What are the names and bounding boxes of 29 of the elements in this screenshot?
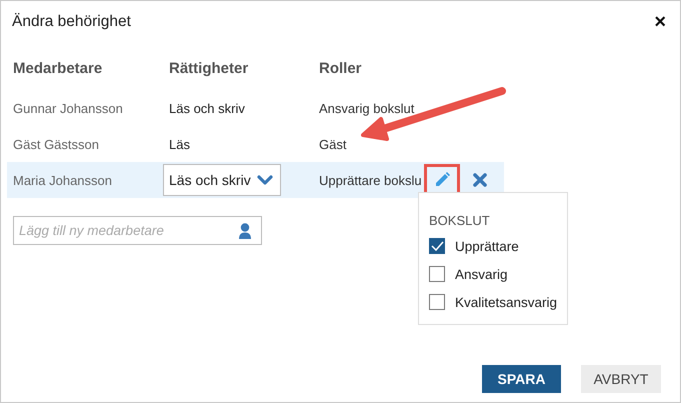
table-row[interactable]: Gunnar Johansson Läs och skriv Ansvarig bokslut (7, 90, 504, 126)
column-header: Medarbetare (13, 60, 102, 77)
dialog-title: Ändra behörighet (12, 13, 131, 31)
checkbox-label: Ansvarig (455, 266, 508, 282)
checkbox[interactable] (429, 294, 445, 310)
close-button[interactable]: × (650, 13, 670, 31)
role-cell: Gäst (319, 136, 346, 152)
save-button[interactable]: SPARA (482, 365, 561, 393)
checkbox[interactable] (429, 238, 445, 254)
role-cell: Ansvarig bokslut (319, 100, 414, 116)
delete-icon[interactable] (472, 172, 488, 188)
checkbox[interactable] (429, 266, 445, 282)
table-row[interactable]: Gäst Gästsson Läs Gäst (7, 126, 504, 162)
chevron-down-icon[interactable] (257, 174, 274, 186)
checkbox-label: Kvalitetsansvarig (455, 294, 558, 310)
add-employee-field[interactable]: Lägg till ny medarbetare (13, 216, 262, 245)
column-header: Roller (319, 60, 362, 77)
name-cell-text: Gunnar Johansson (12, 100, 124, 118)
name-cell-text: Maria Johansson (12, 172, 113, 190)
person-icon[interactable] (239, 222, 251, 238)
column-header: Rättigheter (169, 60, 248, 77)
role-cell: Upprättare bokslu (319, 172, 422, 188)
cancel-button[interactable]: AVBRYT (581, 365, 661, 393)
checkbox-label: Upprättare (455, 238, 519, 254)
rights-cell-text: Läs (168, 136, 191, 154)
name-cell-text: Gäst Gästsson (12, 136, 100, 154)
popup-heading: BOKSLUT (429, 213, 491, 228)
rights-dropdown[interactable]: Läs och skriv (163, 164, 281, 196)
rights-cell-text: Läs och skriv (168, 100, 246, 118)
